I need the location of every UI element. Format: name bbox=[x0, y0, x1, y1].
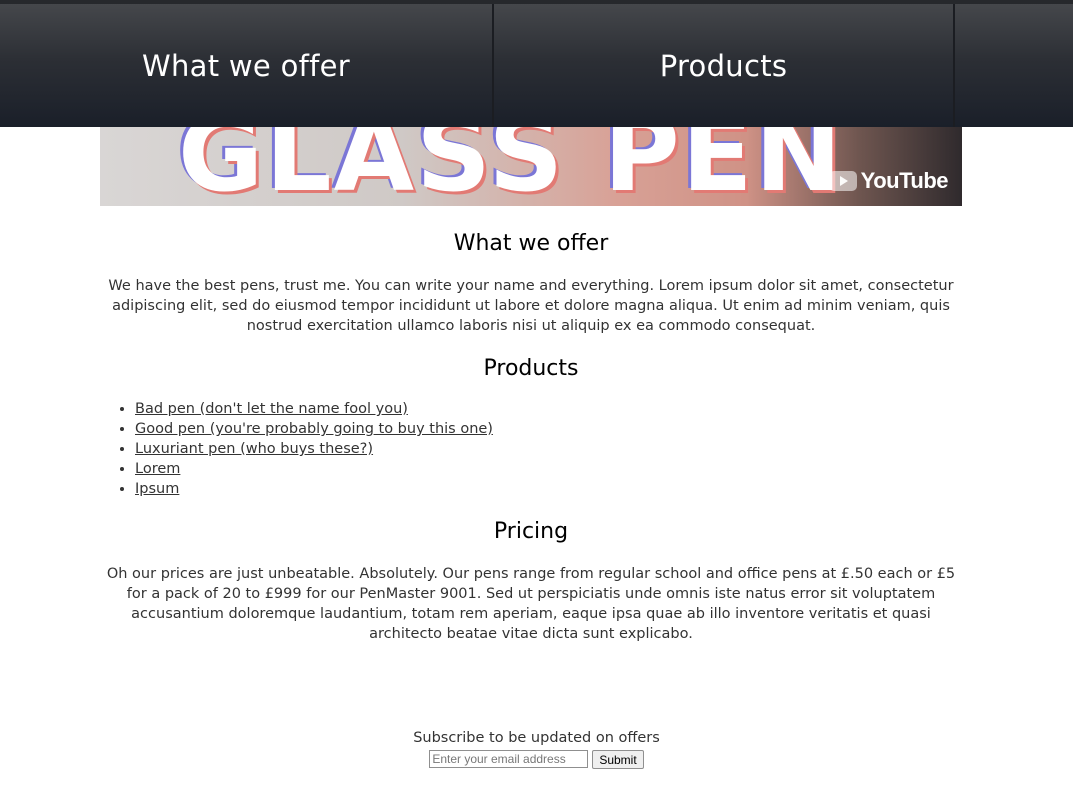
top-navigation: What we offer Products bbox=[0, 0, 1073, 127]
subscribe-form: Submit bbox=[0, 750, 1073, 769]
list-item: Lorem bbox=[135, 459, 493, 479]
section-body-offer: We have the best pens, trust me. You can… bbox=[108, 278, 954, 334]
subscribe-section: Subscribe to be updated on offers Submit bbox=[0, 728, 1073, 769]
subscribe-label: Subscribe to be updated on offers bbox=[413, 730, 660, 746]
list-item: Ipsum bbox=[135, 479, 493, 499]
hero-title: GLASS PEN bbox=[178, 127, 844, 206]
product-link-good-pen[interactable]: Good pen (you're probably going to buy t… bbox=[135, 421, 493, 437]
product-link-bad-pen[interactable]: Bad pen (don't let the name fool you) bbox=[135, 401, 408, 417]
email-field[interactable] bbox=[429, 750, 589, 768]
section-heading-pricing: Pricing bbox=[493, 519, 569, 544]
play-icon bbox=[828, 171, 857, 191]
product-link-luxuriant-pen[interactable]: Luxuriant pen (who buys these?) bbox=[135, 441, 373, 457]
section-heading-products: Products bbox=[483, 356, 579, 381]
youtube-label: YouTube bbox=[860, 168, 949, 193]
section-heading-offer: What we offer bbox=[453, 231, 609, 256]
youtube-badge[interactable]: YouTube bbox=[828, 168, 949, 194]
product-link-lorem[interactable]: Lorem bbox=[135, 461, 180, 477]
nav-item-pricing[interactable] bbox=[953, 4, 1073, 127]
section-body-pricing: Oh our prices are just unbeatable. Absol… bbox=[106, 566, 956, 642]
submit-button[interactable]: Submit bbox=[592, 750, 644, 769]
hero-video-thumbnail[interactable]: GLASS PEN YouTube bbox=[100, 127, 962, 206]
nav-item-what-we-offer[interactable]: What we offer bbox=[0, 4, 492, 127]
product-list: Bad pen (don't let the name fool you) Go… bbox=[100, 399, 493, 499]
list-item: Luxuriant pen (who buys these?) bbox=[135, 439, 493, 459]
list-item: Bad pen (don't let the name fool you) bbox=[135, 399, 493, 419]
product-link-ipsum[interactable]: Ipsum bbox=[135, 481, 179, 497]
list-item: Good pen (you're probably going to buy t… bbox=[135, 419, 493, 439]
nav-item-products[interactable]: Products bbox=[492, 4, 953, 127]
